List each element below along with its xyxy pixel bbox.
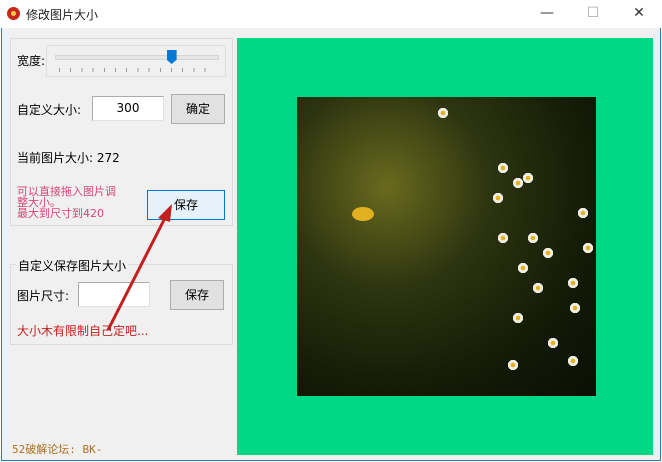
arrow-head <box>158 204 172 222</box>
red-arrow <box>106 204 172 331</box>
arrow-shaft <box>106 217 167 331</box>
